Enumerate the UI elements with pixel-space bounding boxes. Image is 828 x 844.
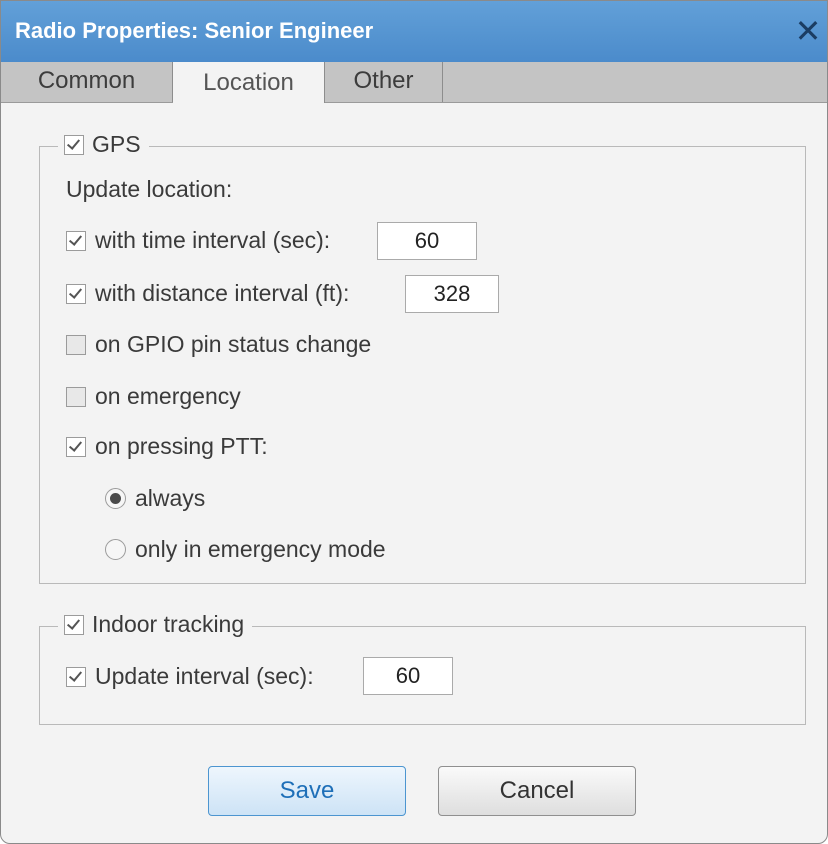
indoor-tracking-legend: Indoor tracking bbox=[58, 611, 253, 638]
indoor-update-interval-label: Update interval (sec): bbox=[95, 663, 314, 689]
gps-group bbox=[39, 146, 806, 584]
indoor-tracking-checkbox[interactable] bbox=[64, 614, 84, 635]
gpio-row: on GPIO pin status change bbox=[66, 331, 371, 358]
tab-location[interactable]: Location bbox=[173, 62, 325, 103]
ptt-always-radio[interactable] bbox=[105, 488, 126, 509]
update-location-label: Update location: bbox=[66, 176, 233, 202]
ptt-always-label: always bbox=[135, 485, 206, 511]
tab-common[interactable]: Common bbox=[1, 62, 173, 102]
emergency-checkbox[interactable] bbox=[66, 386, 86, 407]
ptt-checkbox[interactable] bbox=[66, 436, 86, 457]
ptt-always-row: always bbox=[105, 485, 205, 512]
time-interval-row: with time interval (sec): bbox=[66, 227, 330, 254]
emergency-row: on emergency bbox=[66, 383, 241, 410]
indoor-update-interval-input[interactable]: 60 bbox=[363, 657, 453, 695]
indoor-update-interval-checkbox[interactable] bbox=[66, 666, 86, 687]
tab-strip: Common Location Other bbox=[1, 62, 827, 103]
distance-interval-input[interactable]: 328 bbox=[405, 275, 499, 313]
gpio-label: on GPIO pin status change bbox=[95, 331, 372, 357]
time-interval-label: with time interval (sec): bbox=[95, 227, 331, 253]
time-interval-input[interactable]: 60 bbox=[377, 222, 477, 260]
update-location-label-row: Update location: bbox=[66, 176, 232, 203]
cancel-button[interactable]: Cancel bbox=[438, 766, 636, 816]
indoor-update-interval-row: Update interval (sec): bbox=[66, 663, 314, 690]
distance-interval-row: with distance interval (ft): bbox=[66, 280, 349, 307]
ptt-emergency-mode-label: only in emergency mode bbox=[135, 536, 386, 562]
gps-checkbox[interactable] bbox=[64, 134, 84, 155]
distance-interval-label: with distance interval (ft): bbox=[95, 280, 350, 306]
ptt-row: on pressing PTT: bbox=[66, 433, 268, 460]
save-button[interactable]: Save bbox=[208, 766, 406, 816]
time-interval-checkbox[interactable] bbox=[66, 230, 86, 251]
indoor-tracking-label: Indoor tracking bbox=[92, 611, 245, 637]
gpio-checkbox[interactable] bbox=[66, 334, 86, 355]
ptt-emergency-mode-radio[interactable] bbox=[105, 539, 126, 560]
gps-label: GPS bbox=[92, 131, 141, 157]
tab-other[interactable]: Other bbox=[325, 62, 443, 102]
ptt-emergency-mode-row: only in emergency mode bbox=[105, 536, 386, 563]
emergency-label: on emergency bbox=[95, 383, 241, 409]
close-icon[interactable]: ✕ bbox=[791, 11, 825, 51]
title-bar: Radio Properties: Senior Engineer ✕ bbox=[1, 1, 827, 62]
distance-interval-checkbox[interactable] bbox=[66, 283, 86, 304]
radio-properties-dialog: Radio Properties: Senior Engineer ✕ Comm… bbox=[0, 0, 828, 844]
dialog-title: Radio Properties: Senior Engineer bbox=[15, 18, 374, 43]
ptt-label: on pressing PTT: bbox=[95, 433, 268, 459]
gps-legend: GPS bbox=[58, 131, 149, 158]
